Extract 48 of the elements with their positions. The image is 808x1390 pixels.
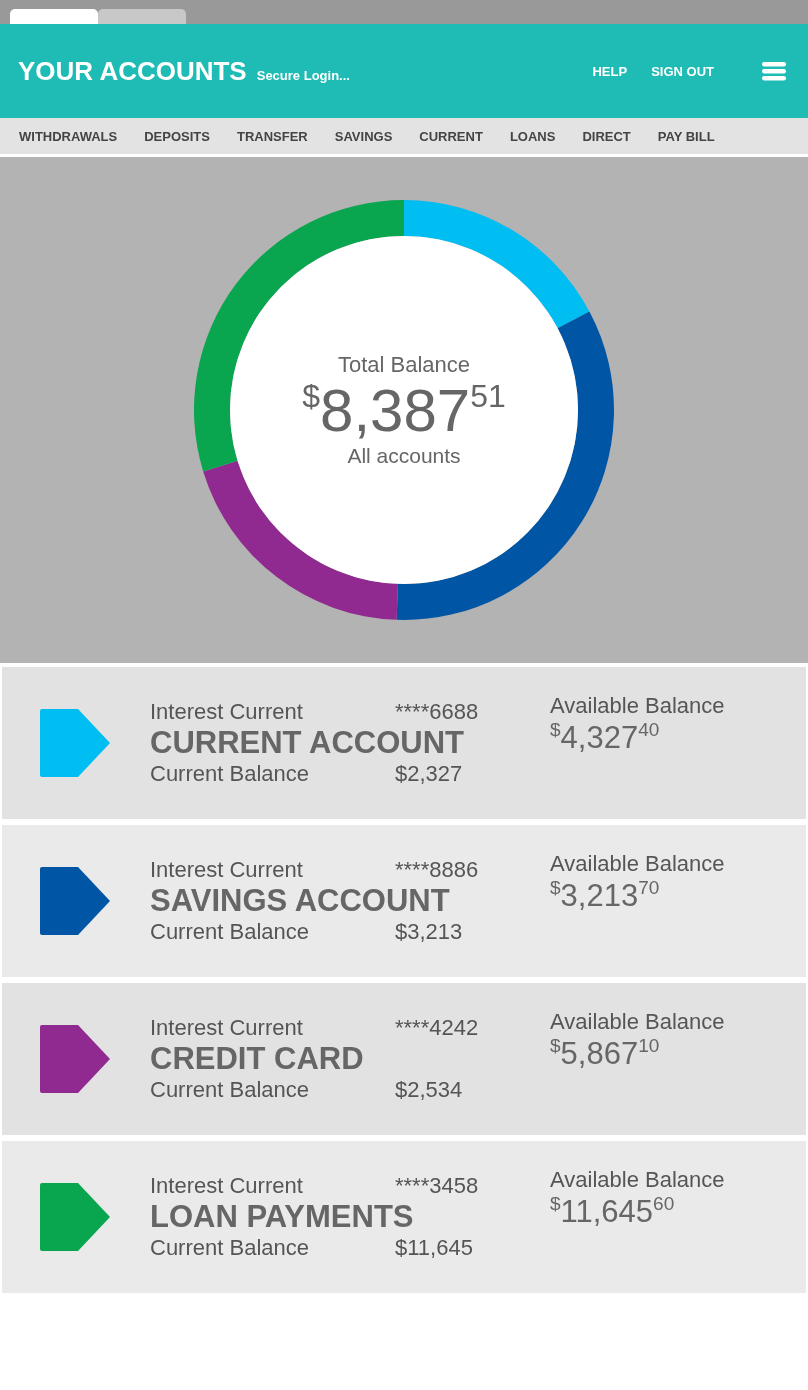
nav-link[interactable]: SAVINGS <box>334 128 393 144</box>
nav-link[interactable]: TRANSFER <box>236 128 308 144</box>
nav-link[interactable]: DIRECT <box>582 128 631 144</box>
available-balance: $^{$}$5,867$^{10}$ <box>550 1035 661 1072</box>
page-title: YOUR ACCOUNTS <box>18 55 247 87</box>
account-number: ****3458 <box>395 1173 479 1200</box>
account-card[interactable]: Interest Current ****6688 CURRENT ACCOUNT Current Balance $2,327 Available Balance $^{$}$4,327$^{40}$ <box>2 667 806 819</box>
account-type: Interest Current <box>150 699 304 726</box>
total-label: Total Balance <box>337 352 471 378</box>
account-number: ****4242 <box>395 1015 479 1042</box>
account-name: LOAN PAYMENTS <box>150 1199 415 1235</box>
balance-label: Current Balance <box>150 760 310 787</box>
balance-label: Current Balance <box>150 918 310 945</box>
available-balance: $^{$}$4,327$^{40}$ <box>550 719 661 756</box>
current-balance: $11,645 <box>395 1234 473 1261</box>
available-label: Available Balance <box>550 1167 725 1193</box>
account-card[interactable]: Interest Current ****3458 LOAN PAYMENTS Current Balance $11,645 Available Balance $^{$}$11,645$^{60}$ <box>2 1141 806 1293</box>
account-type: Interest Current <box>150 1015 304 1042</box>
nav-link[interactable]: CURRENT <box>419 128 483 144</box>
nav-link[interactable]: LOANS <box>509 128 556 144</box>
nav-link[interactable]: DEPOSITS <box>144 128 210 144</box>
available-label: Available Balance <box>550 851 725 877</box>
account-name: CURRENT ACCOUNT <box>150 725 465 761</box>
account-name: SAVINGS ACCOUNT <box>150 883 451 919</box>
account-type: Interest Current <box>150 857 304 884</box>
nav-link[interactable]: WITHDRAWALS <box>19 128 118 144</box>
available-balance: $^{$}$3,213$^{70}$ <box>550 877 661 914</box>
account-number: ****8886 <box>395 857 479 884</box>
current-balance: $2,534 <box>395 1076 463 1103</box>
menu-icon[interactable] <box>762 61 786 81</box>
account-name: CREDIT CARD <box>150 1041 365 1077</box>
total-amount: $^{$}$8,387$^{51}$ <box>302 378 506 444</box>
account-card[interactable]: Interest Current ****8886 SAVINGS ACCOUNT Current Balance $3,213 Available Balance $^{$}$3,213$^{70}$ <box>2 825 806 977</box>
total-caption: All accounts <box>347 444 461 468</box>
balance-label: Current Balance <box>150 1234 310 1261</box>
available-label: Available Balance <box>550 1009 725 1035</box>
available-balance: $^{$}$11,645$^{60}$ <box>550 1193 676 1230</box>
nav-link[interactable]: PAY BILL <box>657 128 715 144</box>
account-card[interactable]: Interest Current ****4242 CREDIT CARD Current Balance $2,534 Available Balance $^{$}$5,867$^{10}$ <box>2 983 806 1135</box>
browser-tab[interactable] <box>98 9 186 24</box>
current-balance: $2,327 <box>395 760 463 787</box>
current-balance: $3,213 <box>395 918 463 945</box>
balance-label: Current Balance <box>150 1076 310 1103</box>
available-label: Available Balance <box>550 693 725 719</box>
browser-tab[interactable] <box>10 9 98 24</box>
account-number: ****6688 <box>395 699 479 726</box>
login-status: Secure Login... <box>256 67 350 83</box>
account-type: Interest Current <box>150 1173 304 1200</box>
